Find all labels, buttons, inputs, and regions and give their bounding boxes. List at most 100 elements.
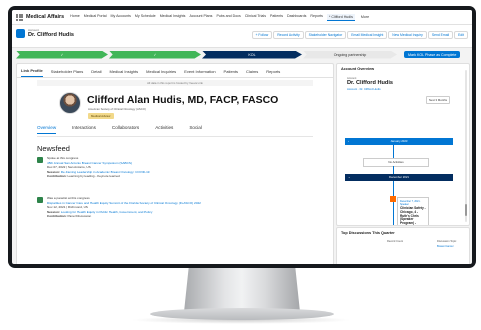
profile-subtab[interactable]: Collaborators (112, 125, 139, 134)
record-header: Account Dr. Clifford Hudis + Follow Recor… (12, 25, 472, 48)
profile-subtab[interactable]: Activities (155, 125, 173, 134)
subtabs-divider (37, 136, 313, 137)
profile-subtab[interactable]: Interactions (72, 125, 96, 134)
nav-item[interactable]: My Schedule (135, 14, 156, 21)
time-range-button[interactable]: Next 3 Months (426, 96, 451, 104)
nav-more-menu[interactable]: More (361, 15, 369, 19)
profile-subtab[interactable]: Overview (37, 125, 57, 134)
tab[interactable]: Medical Inquiries (146, 69, 176, 77)
tab[interactable]: Link Profile (21, 68, 43, 77)
path-steps: ✓ ✓ KOL Ongoing partnership (16, 50, 398, 59)
session-label: Session: (47, 209, 60, 214)
profile-badge: Medical Advisor (88, 113, 114, 119)
nav-item[interactable]: Account Plans (189, 14, 212, 21)
feed-item-text: Was a panelist at this congress Disparit… (47, 196, 313, 219)
discussion-topic[interactable]: Breast Cancer (437, 245, 454, 248)
timeline-month-label: January 2023 (390, 139, 408, 143)
tab[interactable]: Stakeholder Plans (51, 69, 83, 77)
timeline-line (393, 166, 394, 174)
global-nav-bar: Medical Affairs Home Medical Portal My Acc… (12, 10, 472, 25)
scrollbar-thumb[interactable] (465, 204, 467, 216)
event-title: Clinician Safety - Chicago, 4 - Ruth's C… (400, 206, 426, 226)
timeline-event-marker (390, 196, 396, 202)
timeline-line (393, 145, 394, 158)
feed-item-contribution: Contribution: Learning by leading - Keyn… (47, 174, 313, 179)
nav-item[interactable]: Home (70, 14, 80, 21)
panel-title: Account Overview (341, 67, 375, 71)
path-step[interactable]: Ongoing partnership (303, 50, 397, 59)
calendar-icon (37, 197, 43, 203)
feed-item: Spoke at this congress 45th Annual San A… (37, 156, 313, 196)
timeline-no-activities: No Activities (363, 158, 429, 167)
tab[interactable]: Patients (224, 69, 238, 77)
scrollbar-track[interactable] (465, 70, 467, 222)
timeline-line (393, 181, 394, 225)
calendar-icon (37, 157, 43, 163)
timeline-event-card[interactable]: December 7, 2021 · Speaker Clinician Saf… (397, 197, 429, 226)
profile-affiliation: American Society of Clinical Oncology (A… (88, 107, 146, 111)
monitor-bezel: Medical Affairs Home Medical Portal My Acc… (8, 6, 476, 268)
nav-item[interactable]: * Clifford Hudis (326, 13, 355, 21)
record-action-button[interactable]: Edit (454, 31, 468, 39)
session-link[interactable]: Looking for Health Equity in Public Heal… (61, 210, 153, 214)
nav-item[interactable]: Pubs and Docs (216, 14, 240, 21)
contribution-label: Contribution: (47, 174, 67, 179)
main-panel: Link Profile Stakeholder Plans Detail Medic… (16, 63, 334, 264)
account-overview-panel: Account Overview Account Dr. Clifford Hu… (336, 63, 470, 226)
record-action-button[interactable]: Stakeholder Navigator (304, 31, 347, 39)
tab[interactable]: Reports (266, 69, 280, 77)
path-step[interactable]: ✓ (16, 50, 108, 59)
nav-item[interactable]: Dashboards (287, 14, 306, 21)
side-record-role[interactable]: Account · Dr. Clifford Hudis (347, 87, 381, 91)
nav-item[interactable]: My Accounts (111, 14, 131, 21)
path-bar: ✓ ✓ KOL Ongoing partnership Mark KOL Phase … (16, 50, 468, 59)
chevron-right-icon: › (348, 139, 349, 143)
profile-subtabs: Overview Interactions Collaborators Activit… (37, 125, 218, 134)
chevron-down-icon: ⌄ (348, 175, 351, 179)
timeline-month-bar[interactable]: ⌄ December 2021 (345, 174, 453, 181)
profile-subtab[interactable]: Social (189, 125, 202, 134)
record-action-button[interactable]: New Medical Inquiry (388, 31, 427, 39)
path-step[interactable]: KOL (202, 50, 302, 59)
nav-item[interactable]: Clinical Trials (245, 14, 266, 21)
tab[interactable]: Claims (246, 69, 258, 77)
column-header: Discussion Topic (437, 240, 457, 243)
feed-item: Was a panelist at this congress Disparit… (37, 196, 313, 236)
feed-item-text: Spoke at this congress 45th Annual San A… (47, 156, 313, 179)
contribution-label: Contribution: (47, 214, 67, 219)
mark-phase-complete-button[interactable]: Mark KOL Phase as Complete (404, 51, 461, 58)
newsfeed-title: Newsfeed (37, 144, 70, 153)
contribution-text: Panel Discussion (67, 214, 92, 219)
timeline-month-bar[interactable]: › January 2023 (345, 138, 453, 145)
timeline-month-label: December 2021 (389, 175, 409, 179)
tab[interactable]: Event Information (184, 69, 215, 77)
app-name: Medical Affairs (26, 14, 65, 20)
record-actions: + Follow Record Activity Stakeholder Navig… (251, 31, 468, 39)
feed-item-contribution: Contribution: Panel Discussion (47, 214, 313, 219)
tab[interactable]: Medical Insights (109, 69, 138, 77)
session-link[interactable]: Re-framing Leadership in Academic Breast… (61, 170, 150, 174)
record-action-button[interactable]: Send Email (427, 31, 454, 39)
veeva-notice: All data in this report is hosted by Vee… (37, 80, 313, 86)
contribution-text: Learning by leading - Keynote learned (67, 174, 120, 179)
monitor-stand-base (150, 308, 334, 320)
nav-item[interactable]: Medical Portal (84, 14, 107, 21)
column-header: Record Count (387, 240, 404, 243)
nav-items: Home Medical Portal My Accounts My Schedule… (70, 13, 359, 21)
record-action-button[interactable]: + Follow (251, 31, 273, 39)
avatar (59, 92, 81, 114)
path-step[interactable]: ✓ (109, 50, 201, 59)
record-tabs: Link Profile Stakeholder Plans Detail Medic… (17, 64, 333, 78)
profile-name: Clifford Alan Hudis, MD, FACP, FASCO (87, 94, 279, 106)
nav-item[interactable]: Medical Insights (160, 14, 186, 21)
tab[interactable]: Detail (91, 69, 101, 77)
account-icon (16, 29, 25, 38)
top-discussions-panel: Top Discussions This Quarter Record Coun… (336, 227, 470, 264)
app-launcher-icon[interactable] (16, 13, 23, 21)
nav-item[interactable]: Patients (270, 14, 283, 21)
record-title: Dr. Clifford Hudis (28, 32, 74, 38)
record-action-button[interactable]: Email Medical Insight (347, 31, 388, 39)
nav-item[interactable]: Reports (310, 14, 323, 21)
record-action-button[interactable]: Record Activity (273, 31, 304, 39)
session-label: Session: (47, 169, 60, 174)
